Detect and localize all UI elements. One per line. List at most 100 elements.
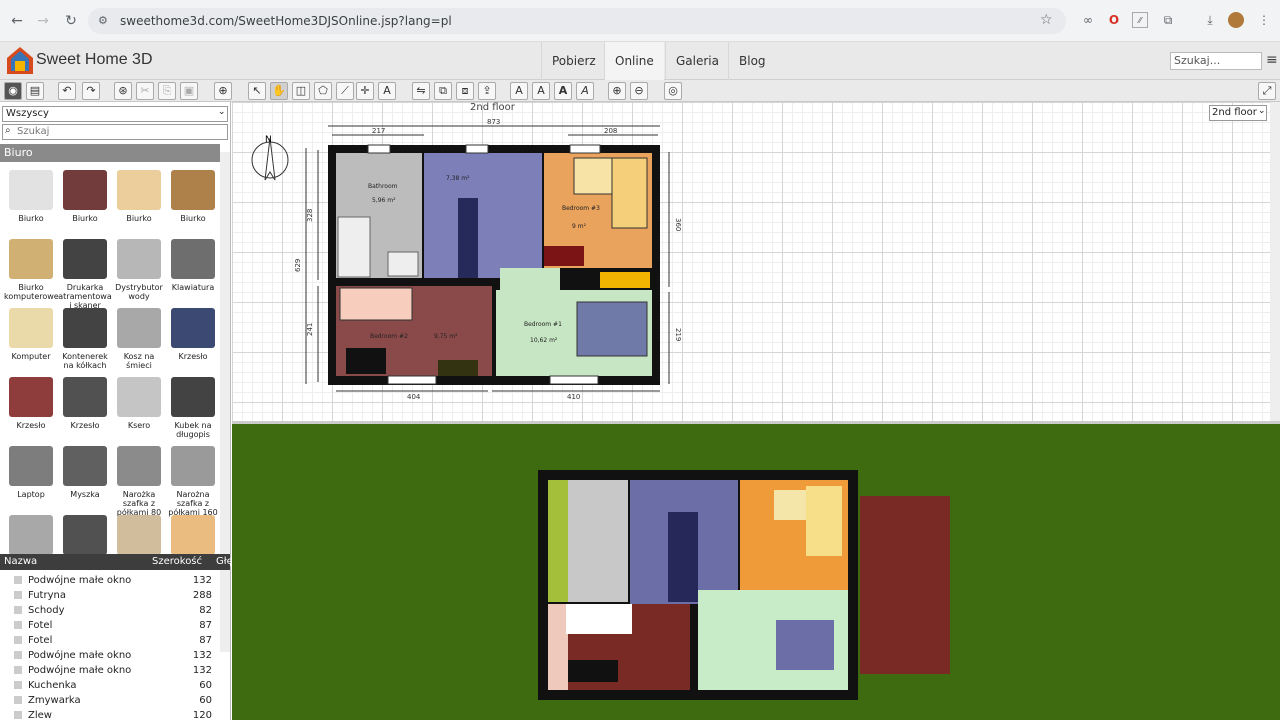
furniture-width: 87 bbox=[199, 620, 212, 631]
group-icon[interactable]: ⧉ bbox=[434, 82, 452, 100]
catalog-search-input[interactable]: Szukaj bbox=[2, 124, 228, 140]
dim-left-top: 328 bbox=[306, 209, 314, 222]
copy-icon[interactable]: ⎘ bbox=[158, 82, 176, 100]
table-row[interactable]: Zmywarka 60 bbox=[0, 693, 230, 708]
furniture-width: 132 bbox=[192, 575, 212, 586]
catalog-item[interactable] bbox=[58, 515, 112, 559]
extension-icon[interactable]: ⁄⁄ bbox=[1132, 12, 1148, 28]
catalog-item[interactable]: Biurko bbox=[58, 170, 112, 223]
catalog-item[interactable]: Biurko bbox=[112, 170, 166, 223]
table-row[interactable]: Podwójne małe okno 132 bbox=[0, 648, 230, 663]
add-furniture-icon[interactable]: ⊕ bbox=[214, 82, 232, 100]
back-icon[interactable]: ← bbox=[8, 12, 26, 30]
table-row[interactable]: Fotel 87 bbox=[0, 633, 230, 648]
create-dimensions-icon[interactable]: ✛ bbox=[356, 82, 374, 100]
3d-view[interactable] bbox=[232, 424, 1280, 720]
catalog-item-label: Dystrybutor wody bbox=[115, 283, 163, 301]
extensions-puzzle-icon[interactable]: ⧉ bbox=[1160, 12, 1176, 28]
catalog-item[interactable]: Laptop bbox=[4, 446, 58, 499]
desk-icon bbox=[117, 170, 161, 210]
add-text-icon[interactable]: A bbox=[378, 82, 396, 100]
plan-view[interactable]: 2nd floor 2nd floor ⌄ N 873 217 208 404 bbox=[232, 102, 1280, 422]
furniture-name: Futryna bbox=[28, 590, 66, 601]
decrease-text-icon[interactable]: A bbox=[532, 82, 550, 100]
create-photo-icon[interactable]: ◎ bbox=[664, 82, 682, 100]
catalog-item[interactable]: Komputer bbox=[4, 308, 58, 361]
layout-icon[interactable]: ▤ bbox=[26, 82, 44, 100]
catalog-item[interactable]: Dystrybutor wody bbox=[112, 239, 166, 301]
import-icon[interactable]: ⇪ bbox=[478, 82, 496, 100]
catalog-item-label: Komputer bbox=[11, 352, 51, 361]
catalog-item[interactable]: Ksero bbox=[112, 377, 166, 430]
category-select[interactable]: Wszyscy bbox=[2, 106, 228, 122]
catalog-item[interactable]: Biurko komputerowe bbox=[4, 239, 59, 301]
catalog-item[interactable]: Drukarka atramentowa i skaner bbox=[58, 239, 112, 310]
copy-style-icon[interactable]: ⊛ bbox=[114, 82, 132, 100]
table-row[interactable]: Podwójne małe okno 132 bbox=[0, 573, 230, 588]
column-width[interactable]: Szerokość bbox=[152, 554, 202, 570]
chair-icon bbox=[9, 377, 53, 417]
redo-icon[interactable]: ↷ bbox=[82, 82, 100, 100]
reload-icon[interactable]: ↻ bbox=[62, 12, 80, 30]
catalog-item[interactable]: Narożka szafka z półkami 80 bbox=[112, 446, 166, 517]
column-depth[interactable]: Głę bbox=[216, 554, 233, 570]
site-search-input[interactable]: Szukaj... bbox=[1170, 52, 1262, 70]
forward-icon[interactable]: → bbox=[34, 12, 52, 30]
ungroup-icon[interactable]: ⧈ bbox=[456, 82, 474, 100]
preferences-icon[interactable]: ◉ bbox=[4, 82, 22, 100]
create-polylines-icon[interactable]: ⟋ bbox=[336, 82, 354, 100]
download-icon[interactable]: ⤓ bbox=[1202, 12, 1218, 28]
table-row[interactable]: Schody 82 bbox=[0, 603, 230, 618]
catalog-item[interactable]: Krzesło bbox=[4, 377, 58, 430]
undo-icon[interactable]: ↶ bbox=[58, 82, 76, 100]
compass-text: N bbox=[265, 135, 272, 145]
catalog-item-label: Narożna szafka z półkami 160 bbox=[168, 490, 218, 517]
text-style-icon[interactable]: A bbox=[510, 82, 528, 100]
paste-icon[interactable]: ▣ bbox=[180, 82, 198, 100]
catalog-item[interactable]: Klawiatura bbox=[166, 239, 220, 292]
opera-extension-icon[interactable]: O bbox=[1106, 12, 1122, 28]
catalog-item[interactable]: Kosz na śmieci bbox=[112, 308, 166, 370]
catalog-item[interactable] bbox=[166, 515, 220, 559]
catalog-item[interactable]: Myszka bbox=[58, 446, 112, 499]
printer-icon bbox=[63, 239, 107, 279]
table-row[interactable]: Zlew 120 bbox=[0, 708, 230, 723]
address-bar[interactable]: ⚙ sweethome3d.com/SweetHome3DJSOnline.js… bbox=[88, 8, 1066, 34]
column-name[interactable]: Nazwa bbox=[4, 554, 37, 570]
table-row[interactable]: Futryna 288 bbox=[0, 588, 230, 603]
catalog-item[interactable]: Biurko bbox=[4, 170, 58, 223]
fullscreen-icon[interactable]: ⤢ bbox=[1258, 82, 1276, 100]
extension-icon[interactable]: ∞ bbox=[1080, 12, 1096, 28]
select-mode-icon[interactable]: ↖ bbox=[248, 82, 266, 100]
italic-text-icon[interactable]: A bbox=[576, 82, 594, 100]
avatar[interactable] bbox=[1228, 12, 1244, 28]
table-row[interactable]: Kuchenka 60 bbox=[0, 678, 230, 693]
bookmark-star-icon[interactable]: ☆ bbox=[1040, 12, 1053, 28]
zoom-in-icon[interactable]: ⊕ bbox=[608, 82, 626, 100]
menu-pobierz[interactable]: Pobierz bbox=[541, 42, 606, 80]
catalog-item[interactable]: Krzesło bbox=[166, 308, 220, 361]
catalog-item[interactable]: Kontenerek na kółkach bbox=[58, 308, 112, 370]
cut-icon[interactable]: ✂ bbox=[136, 82, 154, 100]
site-info-icon[interactable]: ⚙ bbox=[98, 14, 108, 27]
pan-mode-icon[interactable]: ✋ bbox=[270, 82, 288, 100]
hamburger-icon[interactable]: ≡ bbox=[1266, 52, 1278, 68]
bold-text-icon[interactable]: A bbox=[554, 82, 572, 100]
table-row[interactable]: Fotel 87 bbox=[0, 618, 230, 633]
create-rooms-icon[interactable]: ⬠ bbox=[314, 82, 332, 100]
menu-galeria[interactable]: Galeria bbox=[665, 42, 729, 80]
catalog-category-header[interactable]: Biuro bbox=[0, 144, 220, 162]
catalog-item[interactable] bbox=[112, 515, 166, 559]
flip-icon[interactable]: ⇋ bbox=[412, 82, 430, 100]
create-walls-icon[interactable]: ◫ bbox=[292, 82, 310, 100]
table-row[interactable]: Podwójne małe okno 132 bbox=[0, 663, 230, 678]
more-menu-icon[interactable]: ⋮ bbox=[1256, 12, 1272, 28]
menu-blog[interactable]: Blog bbox=[728, 42, 776, 80]
catalog-item[interactable]: Narożna szafka z półkami 160 bbox=[166, 446, 220, 517]
menu-online[interactable]: Online bbox=[604, 42, 664, 80]
zoom-out-icon[interactable]: ⊖ bbox=[630, 82, 648, 100]
catalog-item[interactable]: Krzesło bbox=[58, 377, 112, 430]
site-logo[interactable]: Sweet Home 3D bbox=[36, 51, 153, 69]
catalog-item[interactable]: Kubek na długopis bbox=[166, 377, 220, 439]
catalog-item[interactable]: Biurko bbox=[166, 170, 220, 223]
